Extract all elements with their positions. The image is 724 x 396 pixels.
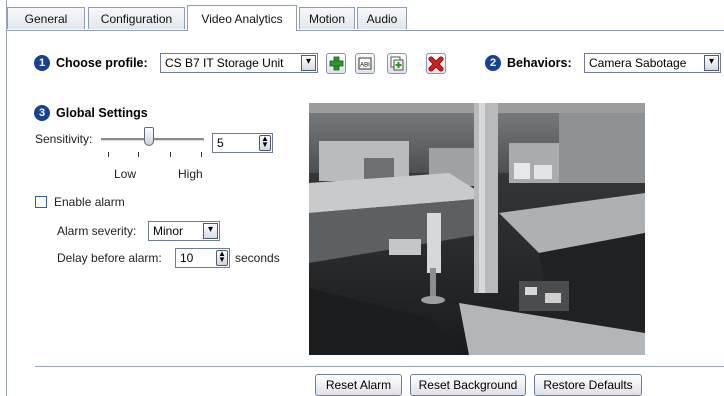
- enable-alarm-checkbox[interactable]: [35, 196, 47, 208]
- sensitivity-label: Sensitivity:: [35, 132, 93, 146]
- step-2-badge: 2: [485, 55, 501, 71]
- profile-select-value: CS B7 IT Storage Unit: [165, 56, 284, 70]
- sensitivity-value: 5: [217, 136, 224, 150]
- delete-icon: [428, 56, 444, 72]
- profile-select[interactable]: CS B7 IT Storage Unit ▾: [160, 53, 318, 73]
- sensitivity-spinner[interactable]: 5 ▲ ▼: [212, 133, 273, 153]
- delay-spinner[interactable]: 10 ▲ ▼: [175, 248, 230, 268]
- chevron-down-icon: ▾: [203, 223, 218, 239]
- reset-background-button[interactable]: Reset Background: [410, 374, 526, 396]
- behaviors-select[interactable]: Camera Sabotage ▾: [584, 53, 721, 73]
- chevron-down-icon: ▾: [704, 55, 719, 71]
- slider-tick: [108, 152, 109, 157]
- camera-image: [309, 103, 645, 355]
- chevron-down-icon: ▾: [301, 55, 316, 71]
- add-profile-button[interactable]: [326, 53, 346, 74]
- spinner-arrows-icon[interactable]: ▲ ▼: [259, 135, 271, 151]
- choose-profile-label: Choose profile:: [56, 56, 148, 70]
- add-icon: [329, 56, 344, 71]
- tab-video-analytics[interactable]: Video Analytics: [187, 5, 297, 31]
- tab-motion[interactable]: Motion: [299, 7, 355, 29]
- svg-text:ABI: ABI: [360, 63, 370, 69]
- slider-tick: [201, 152, 202, 157]
- delay-before-alarm-label: Delay before alarm:: [57, 251, 162, 265]
- tab-audio[interactable]: Audio: [357, 7, 407, 29]
- slider-tick: [138, 152, 139, 157]
- copy-icon: [390, 56, 404, 71]
- sensitivity-high-label: High: [178, 167, 203, 181]
- spinner-arrows-icon[interactable]: ▲ ▼: [216, 250, 228, 266]
- rename-icon: ABI: [358, 57, 372, 70]
- tab-configuration[interactable]: Configuration: [88, 7, 185, 29]
- step-1-badge: 1: [34, 55, 50, 71]
- alarm-severity-label: Alarm severity:: [57, 224, 137, 238]
- delay-value: 10: [180, 251, 194, 265]
- step-3-badge: 3: [34, 105, 50, 121]
- behaviors-select-value: Camera Sabotage: [589, 56, 687, 70]
- delete-profile-button[interactable]: [426, 53, 446, 74]
- tab-underline: [7, 30, 724, 31]
- sensitivity-slider-thumb[interactable]: [144, 127, 154, 146]
- reset-alarm-button[interactable]: Reset Alarm: [315, 374, 402, 396]
- rename-profile-button[interactable]: ABI: [355, 53, 375, 74]
- tab-general[interactable]: General: [7, 7, 85, 29]
- copy-profile-button[interactable]: [387, 53, 407, 74]
- delay-unit-label: seconds: [235, 251, 280, 265]
- slider-tick: [170, 152, 171, 157]
- behaviors-label: Behaviors:: [507, 56, 572, 70]
- restore-defaults-button[interactable]: Restore Defaults: [534, 374, 642, 396]
- alarm-severity-select[interactable]: Minor ▾: [148, 221, 220, 241]
- global-settings-title: Global Settings: [56, 106, 148, 120]
- left-border: [6, 0, 7, 396]
- enable-alarm-label: Enable alarm: [54, 195, 125, 209]
- sensitivity-low-label: Low: [114, 167, 137, 181]
- camera-preview: [309, 103, 645, 355]
- footer-divider: [35, 366, 724, 367]
